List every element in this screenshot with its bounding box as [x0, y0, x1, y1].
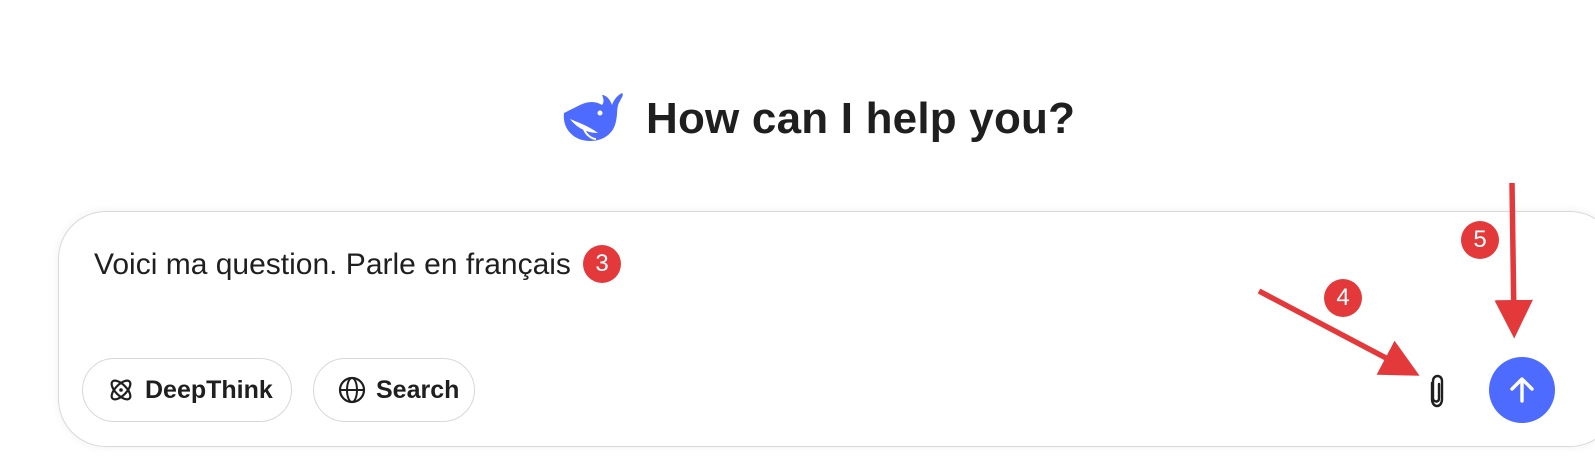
welcome-header: How can I help you?: [556, 84, 1075, 154]
message-input[interactable]: Voici ma question. Parle en français: [94, 246, 571, 284]
send-button[interactable]: [1489, 357, 1555, 423]
search-label: Search: [376, 375, 460, 404]
attach-button[interactable]: [1417, 371, 1457, 411]
deepseek-logo-icon: [563, 93, 623, 141]
deepthink-label: DeepThink: [145, 375, 273, 404]
annotation-badge-5: 5: [1461, 221, 1499, 259]
annotation-badge-4: 4: [1324, 279, 1362, 317]
globe-icon: [338, 376, 366, 404]
arrow-up-icon: [1510, 377, 1534, 403]
page-title: How can I help you?: [646, 94, 1076, 143]
deepthink-button[interactable]: DeepThink: [82, 358, 292, 422]
search-button[interactable]: Search: [313, 358, 475, 422]
annotation-badge-3: 3: [583, 245, 621, 283]
atom-icon: [110, 379, 132, 401]
paperclip-icon: [1430, 374, 1444, 408]
